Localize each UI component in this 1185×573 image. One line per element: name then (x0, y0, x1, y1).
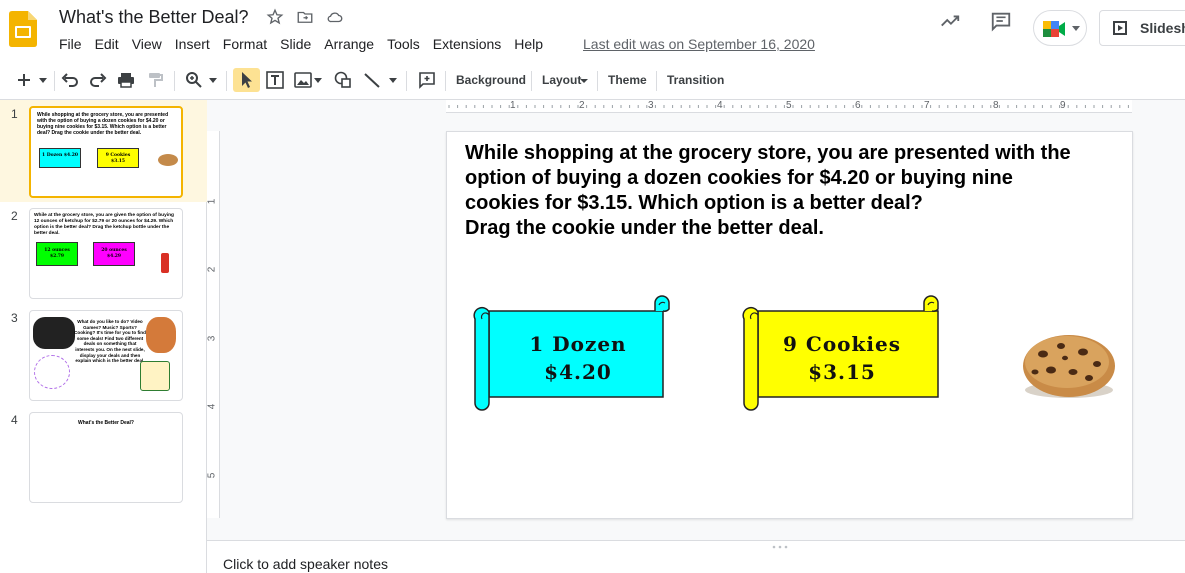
menu-file[interactable]: File (59, 36, 82, 52)
banner-2-label: 9 Cookies $3.15 (767, 330, 917, 386)
document-title[interactable]: What's the Better Deal? (59, 7, 249, 28)
app-header: What's the Better Deal? File Edit View I… (0, 0, 1185, 62)
banner-1-quantity: 1 Dozen (529, 332, 627, 356)
thumbnail-text: What's the Better Deal? (78, 420, 134, 426)
speaker-notes-placeholder[interactable]: Click to add speaker notes (223, 556, 388, 572)
ruler-number: 4 (206, 403, 218, 410)
ruler-number: 7 (924, 100, 930, 111)
slide-text-line: option of buying a dozen cookies for $4.… (465, 167, 1013, 189)
menu-extensions[interactable]: Extensions (433, 36, 501, 52)
menu-view[interactable]: View (132, 36, 162, 52)
thumbnail-sports-image (146, 317, 176, 353)
activity-trend-icon[interactable] (939, 10, 961, 37)
slide-number: 1 (11, 107, 18, 121)
slide-thumbnail-1[interactable]: While shopping at the grocery store, you… (29, 106, 183, 198)
vertical-ruler[interactable] (207, 131, 220, 518)
insert-image-icon[interactable] (293, 70, 313, 90)
slideshow-label: Slidesh (1140, 20, 1185, 36)
layout-dropdown-icon[interactable] (579, 72, 589, 92)
meet-icon (1043, 21, 1065, 37)
slide-text-line: cookies for $3.15. Which option is a bet… (465, 192, 923, 214)
ruler-number: 3 (648, 100, 654, 111)
transition-button[interactable]: Transition (667, 73, 724, 87)
menu-format[interactable]: Format (223, 36, 267, 52)
ruler-number: 3 (206, 335, 218, 342)
add-comment-icon[interactable] (417, 70, 437, 90)
slideshow-button[interactable]: Slidesh (1099, 10, 1185, 46)
slide-text-line: Drag the cookie under the better deal. (465, 217, 824, 239)
speaker-notes-area[interactable]: Click to add speaker notes (207, 540, 1185, 573)
line-dropdown-icon[interactable] (388, 70, 398, 90)
thumbnail-banner-a: 12 ounces $2.79 (36, 242, 78, 266)
menu-slide[interactable]: Slide (280, 36, 311, 52)
thumbnail-music-image (34, 355, 70, 389)
toolbar-tools: Background Layout Theme Transition (0, 62, 1185, 100)
background-button[interactable]: Background (456, 73, 526, 87)
theme-button[interactable]: Theme (608, 73, 647, 87)
cookie-image[interactable] (1021, 332, 1117, 402)
slide-number: 4 (11, 413, 18, 427)
thumbnail-cookie-image (158, 154, 178, 166)
slide-thumbnail-4[interactable]: What's the Better Deal? (29, 412, 183, 503)
ruler-number: 2 (579, 100, 585, 111)
star-icon[interactable] (266, 8, 284, 26)
current-slide[interactable]: While shopping at the grocery store, you… (446, 131, 1133, 519)
thumbnail-game-controller-image (33, 317, 75, 349)
menu-tools[interactable]: Tools (387, 36, 420, 52)
meet-button[interactable] (1033, 10, 1087, 46)
ruler-number: 1 (206, 198, 218, 205)
menu-insert[interactable]: Insert (175, 36, 210, 52)
layout-button[interactable]: Layout (542, 73, 581, 87)
banner-2-price: $3.15 (808, 360, 876, 384)
menu-help[interactable]: Help (514, 36, 543, 52)
select-cursor-icon[interactable] (237, 70, 257, 90)
thumbnail-shopping-cart-image (140, 361, 170, 391)
shape-icon[interactable] (333, 70, 353, 90)
slide-number: 2 (11, 209, 18, 223)
slide-thumbnail-3[interactable]: What do you like to do? Video Games? Mus… (29, 310, 183, 401)
thumbnail-text: What do you like to do? Video Games? Mus… (74, 319, 146, 364)
banner-1-price: $4.20 (544, 360, 612, 384)
slide-text-line: While shopping at the grocery store, you… (465, 142, 1071, 164)
last-edit-link[interactable]: Last edit was on September 16, 2020 (583, 36, 815, 52)
text-box-icon[interactable] (265, 70, 285, 90)
banner-1-label: 1 Dozen $4.20 (503, 330, 653, 386)
menu-bar: File Edit View Insert Format Slide Arran… (59, 36, 556, 52)
ruler-number: 8 (993, 100, 999, 111)
ruler-number: 5 (206, 472, 218, 479)
image-dropdown-icon[interactable] (313, 70, 323, 90)
thumbnail-banner-b: 20 ounces $4.29 (93, 242, 135, 266)
slides-logo-icon[interactable] (9, 11, 37, 47)
ruler-number: 4 (717, 100, 723, 111)
thumbnail-text: While at the grocery store, you are give… (34, 213, 174, 236)
menu-edit[interactable]: Edit (95, 36, 119, 52)
ruler-number: 1 (510, 100, 516, 111)
slide-thumbnail-2[interactable]: While at the grocery store, you are give… (29, 208, 183, 299)
ruler-number: 6 (855, 100, 861, 111)
play-icon (1113, 21, 1127, 35)
ruler-number: 5 (786, 100, 792, 111)
thumbnail-banner-b: 9 Cookies $3.15 (97, 148, 139, 168)
notes-resize-handle[interactable] (771, 536, 795, 549)
line-icon[interactable] (362, 70, 382, 90)
thumbnail-text: While shopping at the grocery store, you… (37, 112, 169, 136)
slide-question-textbox[interactable]: While shopping at the grocery store, you… (465, 141, 1125, 241)
ruler-number: 9 (1060, 100, 1066, 111)
comments-icon[interactable] (990, 10, 1012, 37)
move-folder-icon[interactable] (296, 8, 314, 26)
cloud-status-icon[interactable] (326, 8, 344, 26)
thumbnail-banner-a: 1 Dozen $4.20 (39, 148, 81, 168)
menu-arrange[interactable]: Arrange (324, 36, 374, 52)
thumbnail-ketchup-image (161, 253, 169, 273)
slide-number: 3 (11, 311, 18, 325)
banner-2-quantity: 9 Cookies (783, 332, 901, 356)
chevron-down-icon (1072, 26, 1080, 31)
ruler-number: 2 (206, 266, 218, 273)
